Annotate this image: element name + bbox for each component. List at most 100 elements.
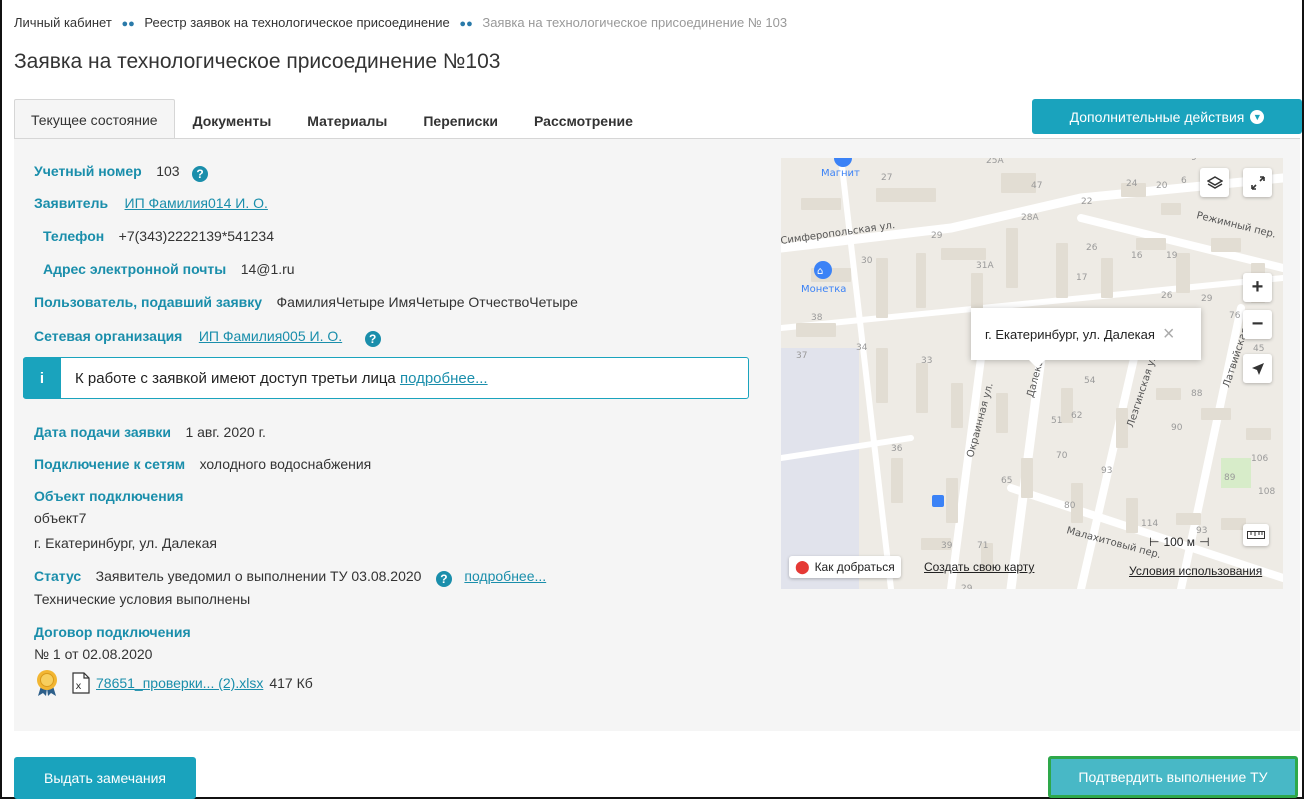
breadcrumb-home[interactable]: Личный кабинет bbox=[14, 15, 112, 30]
tab-current-state[interactable]: Текущее состояние bbox=[14, 99, 175, 140]
object-address: г. Екатеринбург, ул. Далекая bbox=[34, 535, 217, 551]
date-value: 1 авг. 2020 г. bbox=[185, 424, 266, 440]
user-label: Пользователь, подавший заявку bbox=[34, 294, 263, 310]
svg-text:71: 71 bbox=[977, 541, 988, 551]
file-link[interactable]: 78651_проверки... (2).xlsx bbox=[96, 675, 263, 691]
svg-text:39: 39 bbox=[941, 541, 953, 551]
close-icon[interactable]: × bbox=[1163, 324, 1175, 344]
svg-text:24: 24 bbox=[1126, 179, 1138, 189]
breadcrumb-separator-icon: ●● bbox=[459, 18, 473, 30]
page-title: Заявка на технологическое присоединение … bbox=[14, 50, 501, 73]
email-label: Адрес электронной почты bbox=[43, 261, 227, 277]
status-row: Статус Заявитель уведомил о выполнении Т… bbox=[34, 568, 546, 587]
create-map-link[interactable]: Создать свою карту bbox=[924, 560, 1034, 574]
excel-file-icon: x bbox=[72, 672, 90, 694]
help-icon[interactable]: ? bbox=[192, 166, 208, 182]
map-pin-icon: ⬤ bbox=[795, 559, 810, 574]
svg-text:106: 106 bbox=[1251, 454, 1268, 464]
svg-text:37: 37 bbox=[796, 351, 807, 361]
svg-text:70: 70 bbox=[1056, 451, 1068, 461]
locate-icon[interactable] bbox=[1243, 354, 1272, 383]
map-popup-text: г. Екатеринбург, ул. Далекая bbox=[985, 326, 1155, 342]
svg-text:16: 16 bbox=[1131, 251, 1143, 261]
breadcrumb-registry[interactable]: Реестр заявок на технологическое присоед… bbox=[144, 15, 449, 30]
layers-icon[interactable] bbox=[1200, 168, 1229, 197]
svg-text:89: 89 bbox=[1224, 473, 1236, 483]
tab-bar: Текущее состояние Документы Материалы Пе… bbox=[14, 99, 651, 140]
connection-value: холодного водоснабжения bbox=[199, 456, 372, 472]
date-row: Дата подачи заявки 1 авг. 2020 г. bbox=[34, 424, 266, 442]
svg-text:x: x bbox=[76, 681, 82, 692]
svg-text:⌂: ⌂ bbox=[817, 266, 823, 277]
zoom-out-icon[interactable]: − bbox=[1243, 310, 1272, 339]
confirm-button[interactable]: Подтвердить выполнение ТУ bbox=[1048, 756, 1298, 798]
breadcrumb-current: Заявка на технологическое присоединение … bbox=[482, 15, 788, 30]
status-more-link[interactable]: подробнее... bbox=[464, 568, 546, 584]
svg-text:54: 54 bbox=[1084, 376, 1096, 386]
fullscreen-icon[interactable] bbox=[1243, 168, 1272, 197]
svg-text:76: 76 bbox=[1229, 311, 1241, 321]
map[interactable]: 27 25А 47 24 20 6 9 22 28А 29 26 16 19 3… bbox=[781, 158, 1283, 589]
svg-text:38: 38 bbox=[811, 313, 823, 323]
connection-label: Подключение к сетям bbox=[34, 456, 186, 472]
svg-text:Монетка: Монетка bbox=[801, 284, 846, 295]
file-row: x 78651_проверки... (2).xlsx 417 Кб bbox=[34, 669, 313, 697]
status-sub: Технические условия выполнены bbox=[34, 591, 251, 607]
route-button[interactable]: ⬤ Как добраться bbox=[789, 556, 901, 578]
chevron-down-icon: ▼ bbox=[1250, 109, 1265, 124]
svg-text:51: 51 bbox=[1051, 416, 1062, 426]
help-icon[interactable]: ? bbox=[364, 331, 381, 347]
account-label: Учетный номер bbox=[34, 163, 142, 179]
info-more-link[interactable]: подробнее... bbox=[400, 370, 488, 387]
ruler-icon[interactable] bbox=[1243, 524, 1269, 546]
terms-link[interactable]: Условия использования bbox=[1129, 564, 1262, 578]
svg-text:29: 29 bbox=[961, 584, 973, 589]
phone-value: +7(343)2222139*541234 bbox=[118, 228, 274, 244]
zoom-in-icon[interactable]: + bbox=[1243, 273, 1272, 302]
svg-text:34: 34 bbox=[856, 343, 868, 353]
svg-text:88: 88 bbox=[1191, 389, 1203, 399]
svg-text:62: 62 bbox=[1071, 411, 1082, 421]
svg-text:36: 36 bbox=[891, 444, 903, 454]
svg-text:9: 9 bbox=[1191, 158, 1197, 163]
applicant-link[interactable]: ИП Фамилия014 И. О. bbox=[125, 195, 268, 211]
contract-value: № 1 от 02.08.2020 bbox=[34, 646, 153, 662]
object-label: Объект подключения bbox=[34, 488, 184, 504]
tab-review[interactable]: Рассмотрение bbox=[516, 99, 651, 138]
svg-text:26: 26 bbox=[1161, 291, 1173, 301]
extra-actions-button[interactable]: Дополнительные действия ▼ bbox=[1032, 99, 1302, 134]
email-value: 14@1.ru bbox=[240, 261, 295, 277]
third-party-info-box: i К работе с заявкой имеют доступ третьи… bbox=[23, 357, 749, 399]
extra-actions-label: Дополнительные действия bbox=[1069, 108, 1245, 125]
tab-documents[interactable]: Документы bbox=[175, 99, 290, 138]
user-value: ФамилияЧетыре ИмяЧетыре ОтчествоЧетыре bbox=[276, 294, 578, 310]
phone-row: Телефон +7(343)2222139*541234 bbox=[43, 228, 274, 246]
object-name: объект7 bbox=[34, 510, 87, 526]
svg-text:6: 6 bbox=[1181, 176, 1187, 186]
svg-text:93: 93 bbox=[1101, 466, 1112, 476]
svg-text:65: 65 bbox=[1001, 476, 1012, 486]
remarks-button[interactable]: Выдать замечания bbox=[14, 757, 196, 799]
status-label: Статус bbox=[34, 568, 82, 584]
tab-materials[interactable]: Материалы bbox=[289, 99, 405, 138]
applicant-label: Заявитель bbox=[34, 195, 109, 211]
contract-label: Договор подключения bbox=[34, 624, 191, 640]
svg-text:31А: 31А bbox=[976, 261, 994, 271]
breadcrumb: Личный кабинет ●● Реестр заявок на техно… bbox=[14, 15, 787, 30]
phone-label: Телефон bbox=[43, 228, 105, 244]
applicant-row: Заявитель ИП Фамилия014 И. О. bbox=[34, 195, 268, 213]
map-scale: ⊢ 100 м ⊣ bbox=[1149, 535, 1210, 549]
tab-correspondence[interactable]: Переписки bbox=[405, 99, 516, 138]
map-popup: г. Екатеринбург, ул. Далекая × bbox=[971, 308, 1201, 368]
svg-text:114: 114 bbox=[1141, 519, 1158, 529]
network-link[interactable]: ИП Фамилия005 И. О. bbox=[199, 328, 342, 344]
svg-text:17: 17 bbox=[1076, 273, 1087, 283]
email-row: Адрес электронной почты 14@1.ru bbox=[43, 261, 295, 279]
breadcrumb-separator-icon: ●● bbox=[121, 18, 135, 30]
svg-text:20: 20 bbox=[1156, 181, 1168, 191]
svg-text:Магнит: Магнит bbox=[821, 168, 860, 179]
svg-text:27: 27 bbox=[881, 173, 892, 183]
help-icon[interactable]: ? bbox=[435, 571, 452, 587]
network-label: Сетевая организация bbox=[34, 328, 183, 344]
info-text: К работе с заявкой имеют доступ третьи л… bbox=[75, 369, 488, 387]
